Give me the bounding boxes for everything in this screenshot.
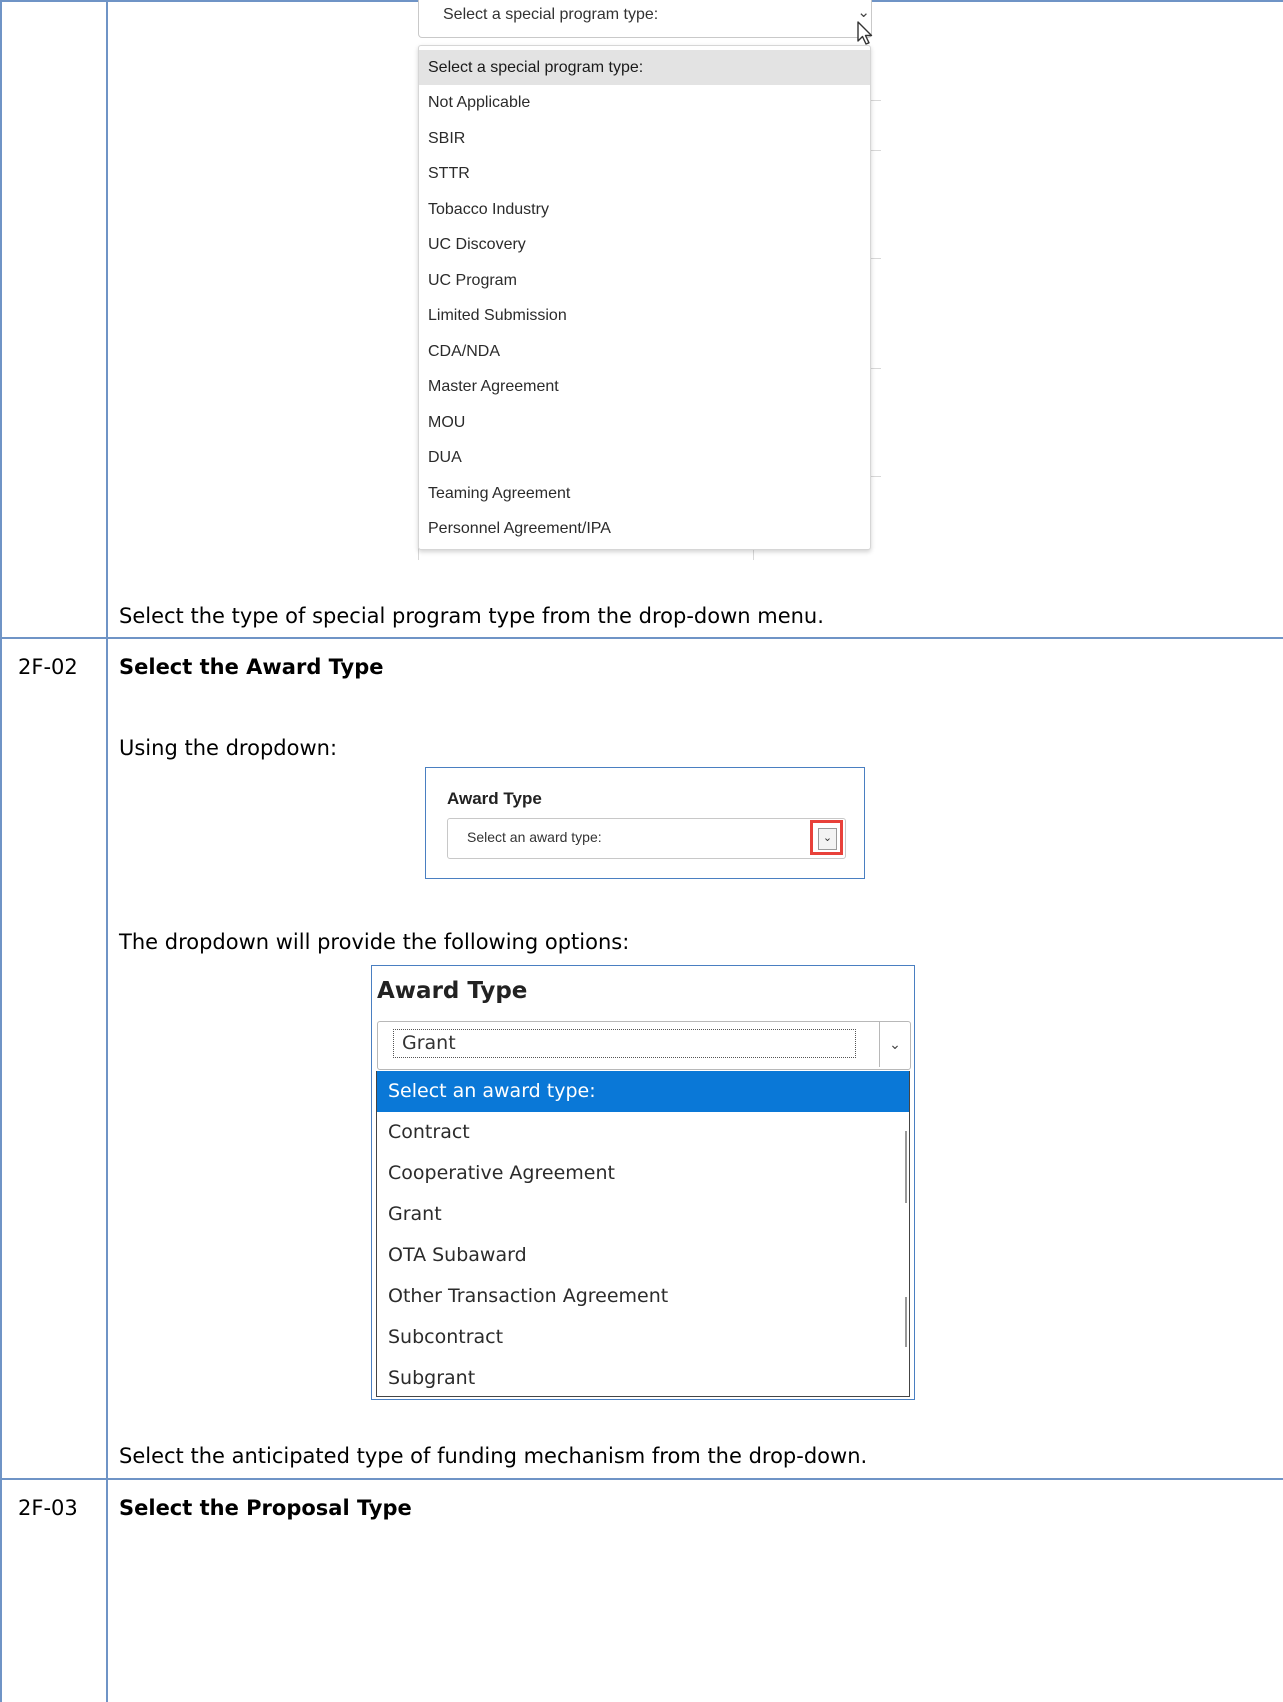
award-type-select-value: Grant [393,1029,856,1058]
step-instruction: Select the anticipated type of funding m… [119,1444,868,1468]
award-type-select[interactable]: Grant ⌄ [377,1021,911,1070]
special-program-option[interactable]: UC Program [419,263,870,298]
step-title: Select the Award Type [119,655,384,679]
step-options-intro: The dropdown will provide the following … [119,930,630,954]
award-type-option[interactable]: Other Transaction Agreement [377,1276,909,1317]
special-program-option[interactable]: Personnel Agreement/IPA [419,511,870,546]
special-program-option[interactable]: UC Discovery [419,227,870,262]
special-program-option[interactable]: DUA [419,440,870,475]
special-program-option[interactable]: Not Applicable [419,85,870,120]
special-program-dropdown-menu: Select a special program type: Not Appli… [418,45,871,550]
special-program-option[interactable]: CDA/NDA [419,334,870,369]
special-program-option[interactable]: SBIR [419,121,870,156]
special-program-option[interactable]: Tobacco Industry [419,192,870,227]
award-type-label: Award Type [377,978,528,1004]
highlight-box: ⌄ [810,820,843,855]
award-type-screenshot: Award Type Select an award type: ⌄ [425,767,865,879]
step-id: 2F-03 [18,1496,78,1520]
table-column-divider [106,0,108,1702]
special-program-option[interactable]: Limited Submission [419,298,870,333]
award-type-option[interactable]: Select an award type: [377,1071,909,1112]
special-program-option[interactable]: Master Agreement [419,369,870,404]
scrollbar[interactable] [905,1131,907,1203]
award-type-option[interactable]: Subgrant [377,1358,909,1399]
step-id: 2F-02 [18,655,78,679]
table-border-left [0,0,2,1702]
award-type-option[interactable]: Cooperative Agreement [377,1153,909,1194]
award-type-option[interactable]: Grant [377,1194,909,1235]
award-type-select-value: Select an award type: [467,829,602,845]
chevron-down-icon[interactable]: ⌄ [879,1022,910,1067]
award-type-expanded-screenshot: Award Type Grant ⌄ Select an award type:… [371,965,915,1400]
dropdown-arrow-button[interactable]: ⌄ [818,828,837,850]
award-type-select[interactable]: Select an award type: ⌄ [447,818,846,859]
award-type-label: Award Type [447,789,542,808]
special-program-option[interactable]: Teaming Agreement [419,476,870,511]
table-row-divider [0,637,1283,639]
table-row-divider [0,1478,1283,1480]
chevron-down-icon[interactable]: ⌄ [857,3,870,21]
award-type-options-list: Select an award type: Contract Cooperati… [376,1071,910,1397]
award-type-option[interactable]: Contract [377,1112,909,1153]
special-program-instruction: Select the type of special program type … [119,604,824,628]
special-program-option[interactable]: STTR [419,156,870,191]
award-type-option[interactable]: Subcontract [377,1317,909,1358]
special-program-select-value: Select a special program type: [443,6,659,23]
scrollbar[interactable] [905,1297,907,1347]
special-program-option[interactable]: Select a special program type: [419,50,870,85]
step-title: Select the Proposal Type [119,1496,412,1520]
mouse-cursor-icon [857,21,873,45]
special-program-option[interactable]: MOU [419,405,870,440]
special-program-select[interactable]: Select a special program type: ⌄ [418,0,872,38]
step-intro: Using the dropdown: [119,736,338,760]
chevron-down-icon: ⌄ [822,832,833,844]
background-field-line [418,548,419,560]
award-type-option[interactable]: OTA Subaward [377,1235,909,1276]
